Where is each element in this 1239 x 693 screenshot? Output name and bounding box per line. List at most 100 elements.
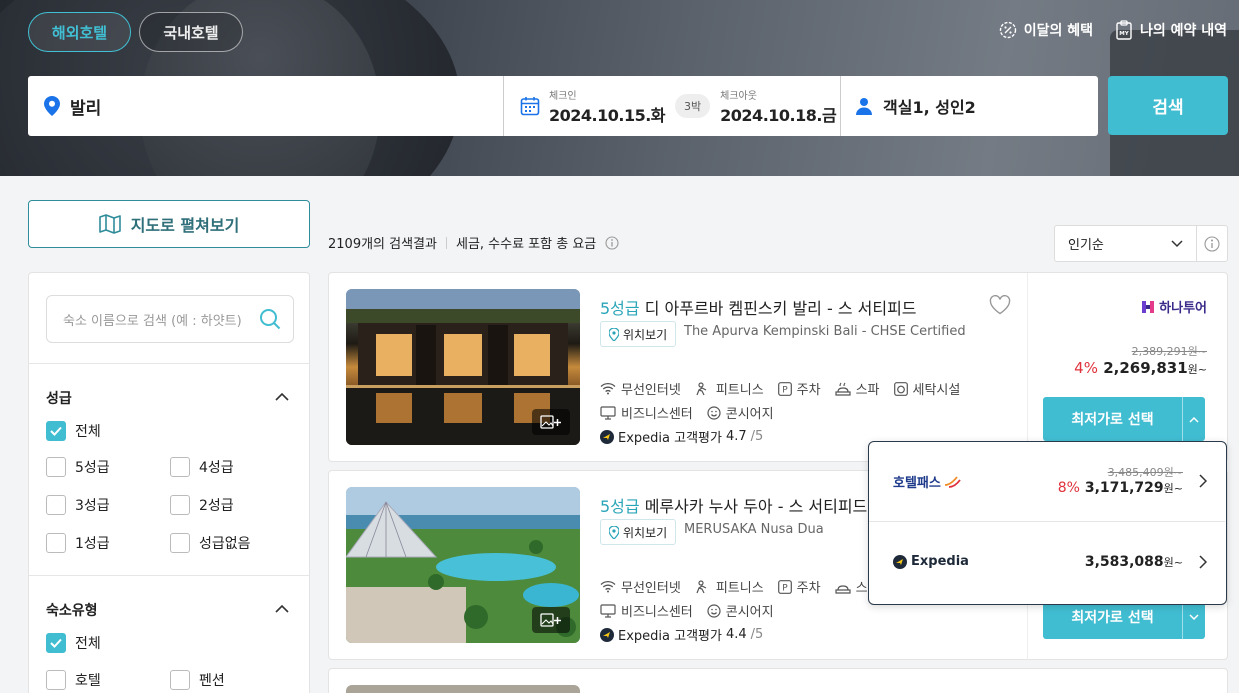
price-unit: 원~ (1163, 482, 1183, 495)
type-option-all[interactable]: 전체 (46, 633, 101, 653)
best-price-label: 최저가로 선택 (1071, 610, 1154, 626)
checkbox-checked[interactable] (46, 633, 66, 653)
benefits-link[interactable]: 이달의 혜택 (999, 20, 1093, 40)
region-tabs: 해외호텔 국내호텔 (28, 12, 243, 52)
amenity-label: 콘시어지 (725, 407, 774, 422)
rating-max: /5 (750, 429, 764, 444)
grade-option-all[interactable]: 전체 (46, 421, 101, 441)
sort-dropdown[interactable]: 인기순 (1054, 225, 1228, 262)
reservations-label: 나의 예약 내역 (1139, 23, 1227, 39)
search-icon[interactable] (259, 308, 281, 330)
benefits-label: 이달의 혜택 (1023, 23, 1093, 39)
view-location-button[interactable]: 위치보기 (600, 519, 677, 545)
provider-price-row[interactable]: 호텔패스 3,485,409원~ 8% 3,171,729원~ (869, 442, 1225, 522)
sort-select[interactable]: 인기순 (1055, 226, 1197, 261)
expand-prices-toggle[interactable] (1182, 397, 1205, 441)
grade-option-none[interactable]: 성급없음 (170, 533, 251, 553)
checkbox[interactable] (46, 457, 66, 477)
hotel-card[interactable]: 5성급 디 아푸르바 켐핀스키 발리 - 스 서티피드 위치보기 The Apu… (328, 272, 1228, 463)
price-comparison-popup: 호텔패스 3,485,409원~ 8% 3,171,729원~ Expedia … (868, 441, 1227, 605)
grade-filter-title: 성급 (46, 391, 72, 407)
hotel-photo[interactable] (346, 685, 580, 693)
map-view-button[interactable]: 지도로 펼쳐보기 (28, 200, 310, 248)
amenities-row: 무선인터넷 피트니스 P 주차 스파 세탁시설 (600, 379, 960, 398)
image-plus-icon (540, 415, 561, 429)
tab-overseas-hotel[interactable]: 해외호텔 (28, 12, 131, 52)
hotel-card[interactable] (328, 668, 1228, 693)
chevron-up-icon (1189, 416, 1199, 423)
heart-icon[interactable] (989, 295, 1011, 315)
grade-option-label: 1성급 (75, 536, 110, 552)
search-button[interactable]: 검색 (1108, 76, 1228, 135)
result-count: 2109개의 검색결과 (328, 237, 437, 252)
amenity-label: 무선인터넷 (621, 581, 681, 596)
provider-price-row[interactable]: Expedia 3,583,088원~ (869, 522, 1225, 602)
grade-option-4[interactable]: 4성급 (170, 457, 234, 477)
hotel-name-text: 메루사카 누사 두아 - 스 서티피드 (639, 497, 868, 516)
hotel-grade: 5성급 (600, 299, 640, 318)
destination-value: 발리 (70, 98, 102, 119)
guest-field[interactable]: 객실1, 성인2 (841, 76, 1098, 136)
sort-value: 인기순 (1068, 238, 1104, 253)
discount-badge-icon (999, 21, 1016, 39)
date-field[interactable]: 체크인 2024.10.15.화 3박 체크아웃 2024.10.18.금 (504, 76, 841, 136)
sort-info[interactable] (1197, 226, 1227, 261)
hotel-photo[interactable] (346, 289, 580, 445)
chevron-down-icon (1171, 239, 1183, 247)
amenity-laundry: 세탁시설 (893, 379, 960, 398)
destination-field[interactable]: 발리 (28, 76, 504, 136)
hotel-grade: 5성급 (600, 497, 640, 516)
info-icon[interactable] (605, 235, 619, 250)
checkbox[interactable] (46, 495, 66, 515)
chevron-right-icon (1199, 555, 1207, 569)
check-icon (50, 638, 62, 648)
search-bar: 발리 체크인 2024.10.15.화 3박 체크아웃 2024.10.18.금… (28, 76, 1098, 136)
amenity-label: 피트니스 (715, 383, 764, 398)
checkbox[interactable] (170, 457, 190, 477)
checkbox[interactable] (170, 533, 190, 553)
business-center-icon (600, 405, 616, 420)
gallery-button[interactable] (532, 409, 570, 435)
map-view-label: 지도로 펼쳐보기 (130, 216, 240, 235)
final-price: 4% 2,269,831원~ (1074, 359, 1207, 377)
image-plus-icon (540, 613, 561, 627)
checkbox-checked[interactable] (46, 421, 66, 441)
spa-icon (834, 584, 851, 594)
view-location-button[interactable]: 위치보기 (600, 321, 677, 347)
results-header: 2109개의 검색결과 세금, 수수료 포함 총 요금 (328, 233, 619, 252)
checkbox[interactable] (170, 670, 190, 690)
business-center-icon (600, 603, 616, 618)
checkin-label: 체크인 (549, 90, 577, 102)
my-reservations-link[interactable]: MY 나의 예약 내역 (1115, 20, 1227, 40)
checkin-value: 2024.10.15.화 (549, 105, 666, 125)
hotel-name[interactable]: 5성급 메루사카 누사 두아 - 스 서티피드 (600, 493, 867, 517)
amenities-row: 무선인터넷 피트니스 P 주차 스 (600, 577, 868, 596)
type-option-label: 전체 (75, 636, 101, 652)
gallery-button[interactable] (532, 607, 570, 633)
grade-option-5[interactable]: 5성급 (46, 457, 110, 477)
hotel-photo[interactable] (346, 487, 580, 643)
checkbox[interactable] (46, 533, 66, 553)
price-value: 3,171,729 (1084, 480, 1164, 496)
grade-filter-section: 성급 전체 5성급 4성급 3성급 2성급 1성급 성급없음 (29, 363, 309, 575)
best-price-button[interactable]: 최저가로 선택 (1043, 397, 1205, 441)
checkbox[interactable] (46, 670, 66, 690)
grade-option-3[interactable]: 3성급 (46, 495, 110, 515)
grade-option-1[interactable]: 1성급 (46, 533, 110, 553)
provider-logo: 호텔패스 (893, 472, 961, 491)
checkout-label: 체크아웃 (720, 90, 757, 102)
grade-option-2[interactable]: 2성급 (170, 495, 234, 515)
checkin-box: 체크인 2024.10.15.화 (549, 87, 666, 126)
amenity-label: 스파 (855, 383, 880, 398)
type-option-hotel[interactable]: 호텔 (46, 670, 101, 690)
type-option-pension[interactable]: 펜션 (170, 670, 225, 690)
amenity-label: 비즈니스센터 (621, 605, 693, 620)
amenity-label: 피트니스 (715, 581, 764, 596)
hotel-name[interactable]: 5성급 디 아푸르바 켐핀스키 발리 - 스 서티피드 (600, 295, 917, 319)
chevron-up-icon[interactable] (275, 392, 289, 401)
chevron-up-icon[interactable] (275, 604, 289, 613)
checkbox[interactable] (170, 495, 190, 515)
hotel-name-search-input[interactable]: 숙소 이름으로 검색 (예 : 하얏트) (46, 295, 294, 343)
tab-domestic-hotel[interactable]: 국내호텔 (139, 12, 243, 52)
rating-value: 4.4 (725, 627, 747, 642)
